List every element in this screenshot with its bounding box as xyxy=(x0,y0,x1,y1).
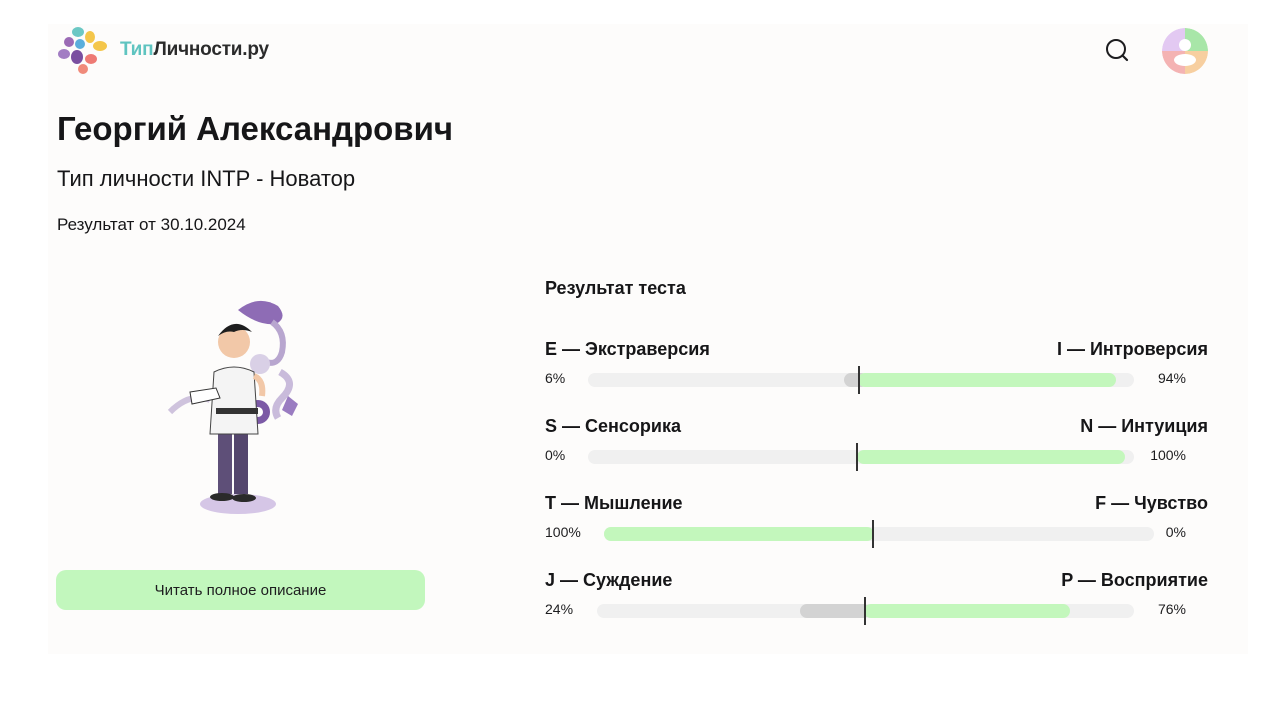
scale-marker xyxy=(864,597,866,625)
read-full-description-button[interactable]: Читать полное описание xyxy=(56,570,425,610)
scale-left-label: E — Экстраверсия xyxy=(545,339,710,359)
scale-right-fill xyxy=(857,450,1125,464)
result-date: Результат от 30.10.2024 xyxy=(57,215,246,234)
logo-text-accent: Тип xyxy=(120,39,154,60)
scale-sn: S — Сенсорика N — Интуиция 0% 100% xyxy=(545,416,1208,476)
scale-left-percent: 6% xyxy=(545,370,566,386)
personality-type: Тип личности INTP - Новатор xyxy=(57,166,356,191)
scale-marker xyxy=(858,366,860,394)
scale-left-label: S — Сенсорика xyxy=(545,416,681,436)
scale-tf: T — Мышление F — Чувство 100% 0% xyxy=(545,493,1208,553)
scale-right-percent: 76% xyxy=(1157,601,1186,617)
scale-right-percent: 0% xyxy=(1165,524,1186,540)
character-illustration xyxy=(167,300,298,514)
scale-track xyxy=(604,520,1154,548)
scale-left-percent: 0% xyxy=(545,447,566,463)
scale-track xyxy=(588,443,1134,471)
scale-right-label: I — Интроверсия xyxy=(1056,339,1208,359)
scale-track xyxy=(588,366,1134,394)
scale-ei: E — Экстраверсия I — Интроверсия 6% 94% xyxy=(545,339,1208,399)
site-logo[interactable]: ТипЛичности.ру xyxy=(56,24,269,76)
profile-name: Георгий Александрович xyxy=(57,110,454,147)
scale-right-percent: 94% xyxy=(1157,370,1186,386)
scale-jp: J — Суждение P — Восприятие 24% 76% xyxy=(545,570,1208,630)
scale-right-label: F — Чувство xyxy=(1095,493,1208,513)
logo-mark-icon xyxy=(58,27,107,74)
scale-left-percent: 100% xyxy=(545,524,581,540)
logo-text-rest: Личности.ру xyxy=(153,39,269,60)
search-button[interactable] xyxy=(1100,33,1134,67)
scale-right-label: N — Интуиция xyxy=(1080,416,1208,436)
scale-marker xyxy=(856,443,858,471)
scale-left-percent: 24% xyxy=(545,601,574,617)
scale-right-fill xyxy=(864,604,1070,618)
scale-marker xyxy=(872,520,874,548)
scale-track xyxy=(597,597,1134,625)
scale-left-fill xyxy=(604,527,874,541)
results-title: Результат теста xyxy=(545,278,686,298)
scale-right-fill xyxy=(858,373,1116,387)
logo-text: ТипЛичности.ру xyxy=(120,39,269,61)
scale-left-label: J — Суждение xyxy=(545,570,673,590)
user-avatar[interactable] xyxy=(1162,28,1208,74)
scale-right-label: P — Восприятие xyxy=(1061,570,1208,590)
search-icon xyxy=(1106,39,1129,62)
scale-left-fill xyxy=(800,604,870,618)
avatar-icon xyxy=(1162,28,1208,74)
scale-left-label: T — Мышление xyxy=(545,493,683,513)
scale-right-percent: 100% xyxy=(1150,447,1186,463)
